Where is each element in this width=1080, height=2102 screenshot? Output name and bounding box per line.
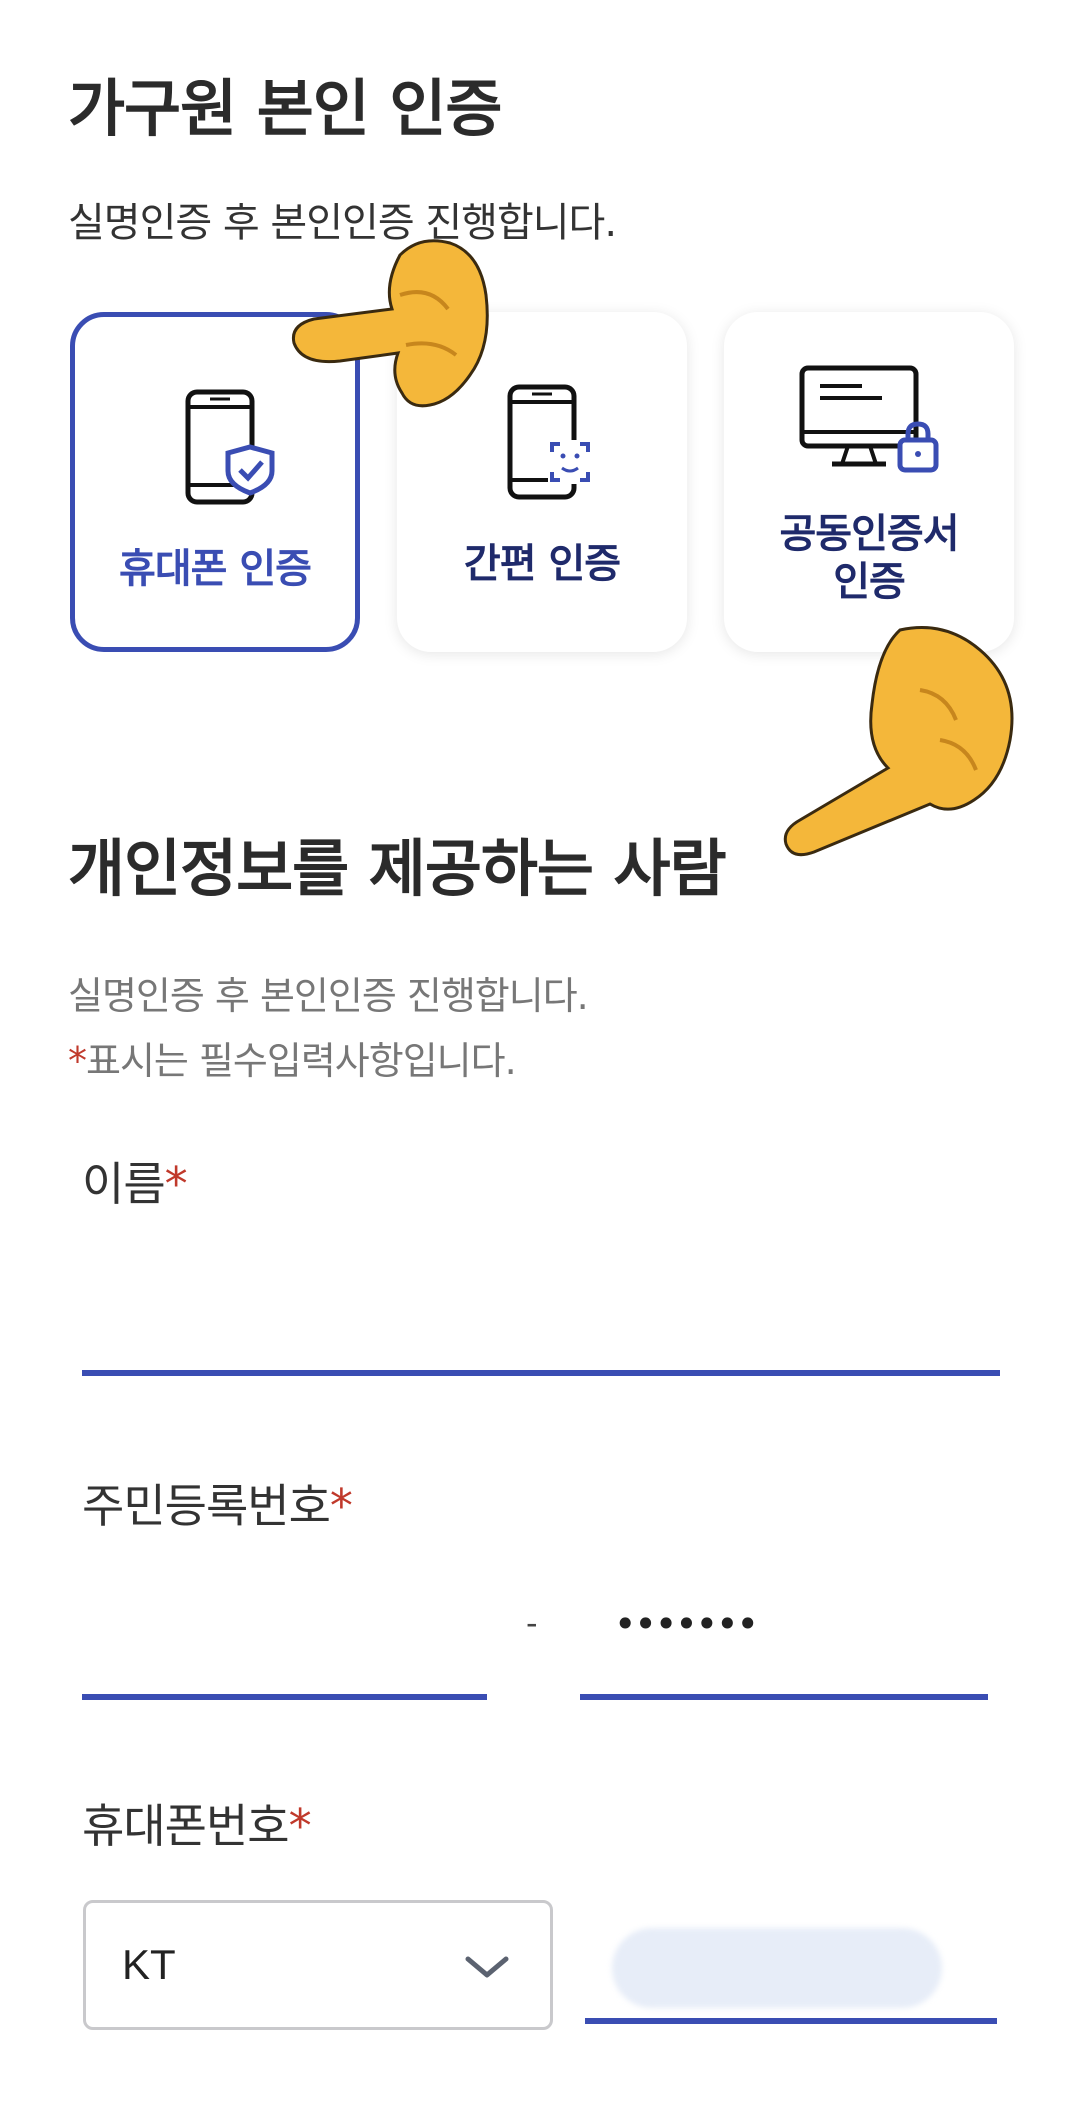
name-input[interactable] [82,1250,1000,1370]
page-title: 가구원 본인 인증 [68,72,502,145]
auth-card-simple-label: 간편 인증 [463,541,621,587]
backhand-index-pointing-left-emoji [291,239,489,408]
monitor-lock-icon [799,365,939,473]
chevron-down-icon [465,1956,509,1978]
rrn-label-text: 주민등록번호 [82,1479,331,1533]
required-star: * [68,1039,87,1083]
phone-number-redacted [612,1928,942,2008]
phone-shield-icon [185,389,275,505]
rrn-front-input[interactable] [82,1580,487,1694]
required-star: * [329,1479,353,1533]
phone-face-id-icon [507,384,592,500]
phone-number-underline [585,2018,997,2024]
required-star: * [164,1157,188,1211]
auth-card-certificate[interactable]: 공동인증서 인증 [724,312,1014,652]
index-pointing-down-left-emoji [783,626,1014,857]
auth-card-certificate-label-2: 인증 [833,559,906,605]
section-title: 개인정보를 제공하는 사람 [68,832,727,905]
name-label: 이름* [82,1148,188,1214]
name-label-text: 이름 [82,1157,166,1211]
auth-card-certificate-label-1: 공동인증서 [779,511,960,557]
auth-card-phone-label: 휴대폰 인증 [119,546,312,592]
phone-label-text: 휴대폰번호 [82,1799,290,1853]
required-star: * [288,1799,312,1853]
rrn-back-underline [580,1694,988,1700]
carrier-select-value: KT [122,1941,176,1988]
phone-number-input[interactable] [585,1900,997,2018]
phone-label: 휴대폰번호* [82,1790,312,1856]
rrn-label: 주민등록번호* [82,1470,353,1536]
required-note: *표시는 필수입력사항입니다. [68,1030,517,1085]
carrier-select[interactable]: KT [83,1900,553,2030]
section-note: 실명인증 후 본인인증 진행합니다. [68,974,589,1018]
rrn-back-value: ••••••• [614,1602,759,1646]
rrn-front-underline [82,1694,487,1700]
required-note-text: 표시는 필수입력사항입니다. [86,1039,517,1083]
rrn-dash: - [526,1604,538,1642]
rrn-back-input[interactable]: ••••••• [580,1580,988,1694]
name-input-underline [82,1370,1000,1376]
